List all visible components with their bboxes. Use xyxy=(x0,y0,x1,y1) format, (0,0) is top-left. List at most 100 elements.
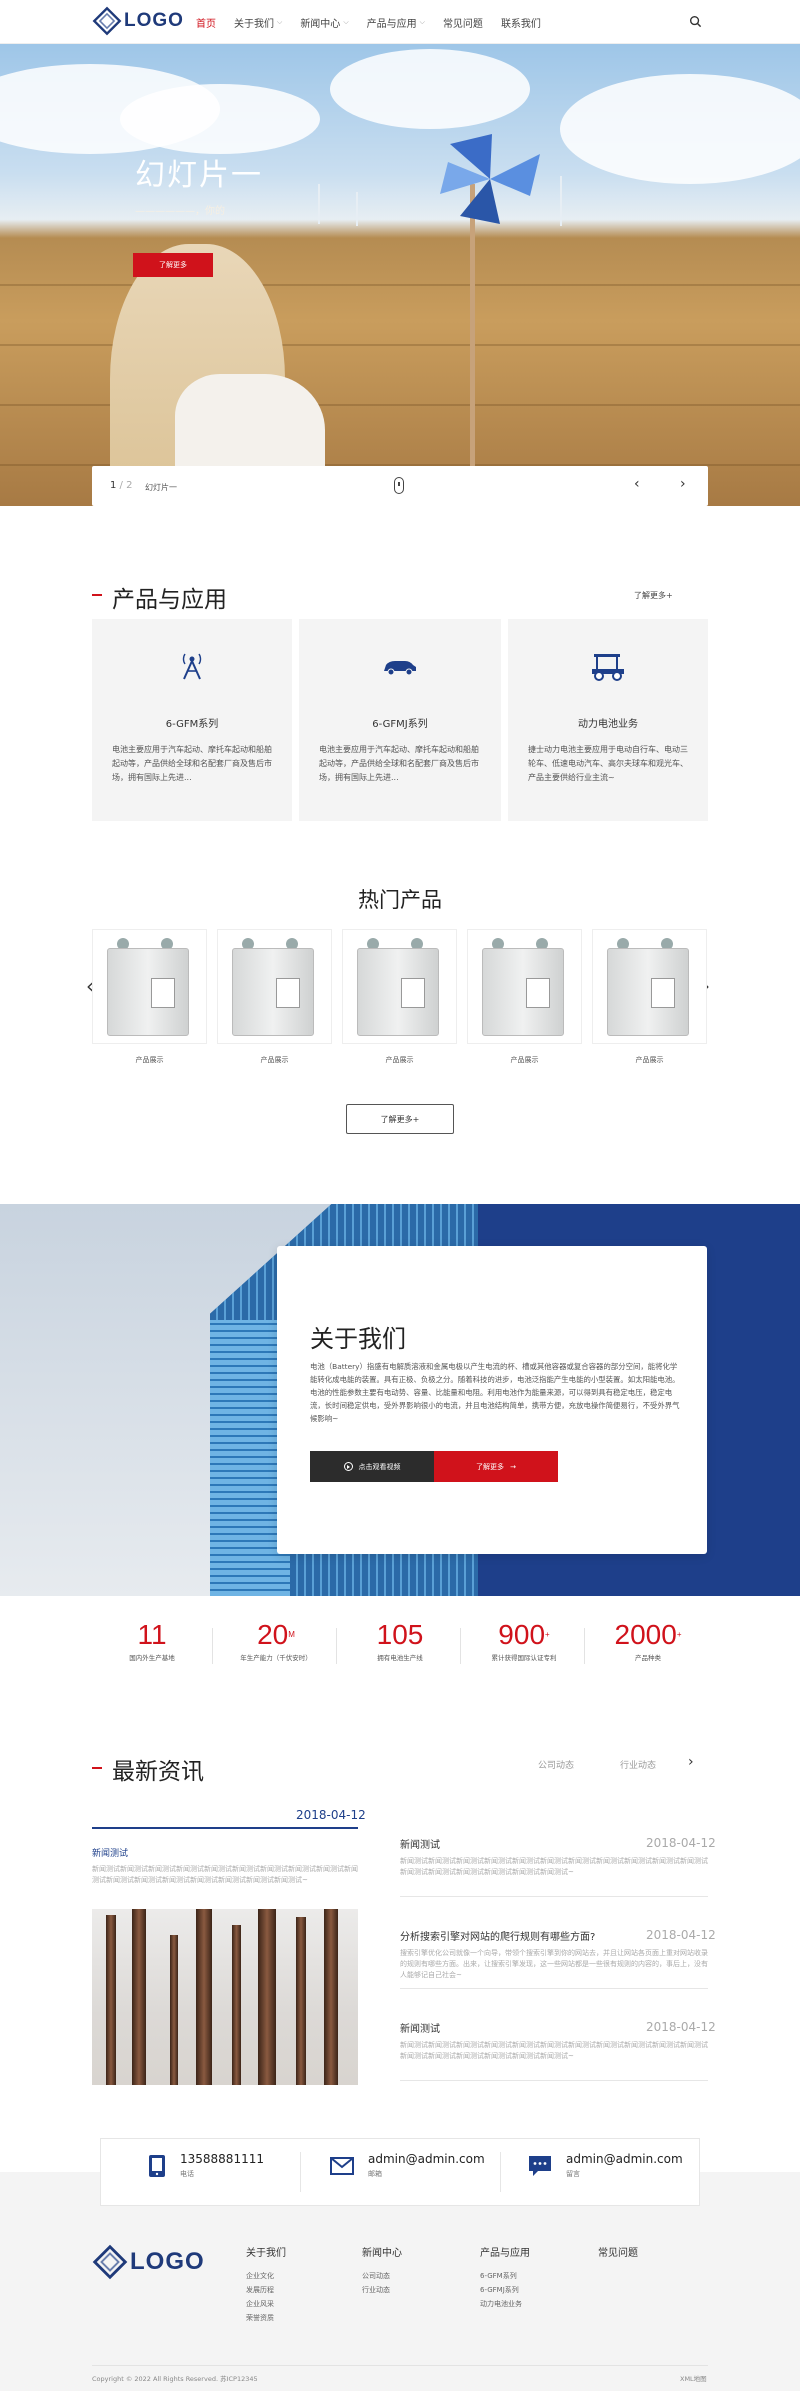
footer-col-news: 新闻中心 公司动态 行业动态 xyxy=(362,2244,402,2297)
nav-item-products[interactable]: 产品与应用 ⌵ xyxy=(367,0,425,44)
news-item-title[interactable]: 新闻测试 xyxy=(400,1836,440,1851)
featured-news-title[interactable]: 新闻测试 xyxy=(92,1846,128,1859)
footer-link[interactable]: 6-GFM系列 xyxy=(480,2269,530,2283)
wind-turbine xyxy=(318,184,320,224)
stat-item: 20M 年生产能力（千伏安时） xyxy=(216,1620,336,1663)
tree-trunk xyxy=(106,1915,116,2085)
search-icon[interactable] xyxy=(689,15,702,28)
footer-link[interactable]: 发展历程 xyxy=(246,2283,286,2297)
battery-label xyxy=(526,978,550,1008)
footer-col-heading[interactable]: 常见问题 xyxy=(598,2244,638,2259)
section-title-products: 产品与应用 xyxy=(112,587,227,613)
product-thumb[interactable] xyxy=(217,929,332,1044)
divider xyxy=(212,1628,213,1664)
footer-link[interactable]: 企业风采 xyxy=(246,2297,286,2311)
chevron-down-icon: ⌵ xyxy=(343,17,349,26)
nav-item-about[interactable]: 关于我们 ⌵ xyxy=(234,0,282,44)
hero-more-button[interactable]: 了解更多 xyxy=(133,253,213,277)
footer-link[interactable]: 动力电池业务 xyxy=(480,2297,530,2311)
watch-video-button[interactable]: 点击观看视频 xyxy=(310,1451,434,1482)
contact-message[interactable]: admin@admin.com 留言 xyxy=(528,2152,683,2179)
news-item-title[interactable]: 分析搜索引擎对网站的爬行规则有哪些方面? xyxy=(400,1928,595,1943)
product-label: 产品展示 xyxy=(385,1056,414,1064)
contact-value: admin@admin.com xyxy=(566,2152,683,2166)
news-item-title[interactable]: 新闻测试 xyxy=(400,2020,440,2035)
about-more-label: 了解更多 xyxy=(476,1462,505,1471)
featured-news-image[interactable] xyxy=(92,1909,358,2085)
contact-caption: 邮箱 xyxy=(368,2170,382,2178)
hero-subtitle: ——————，你的 xyxy=(135,206,225,217)
logo-diamond-icon xyxy=(92,6,122,36)
scroll-mouse-icon[interactable] xyxy=(394,477,404,494)
footer-logo[interactable]: LOGO xyxy=(92,2244,205,2280)
nav-item-news[interactable]: 新闻中心 ⌵ xyxy=(300,0,348,44)
footer-col-about: 关于我们 企业文化 发展历程 企业风采 荣誉资质 xyxy=(246,2244,286,2325)
field-texture xyxy=(0,284,800,286)
product-thumb[interactable] xyxy=(92,929,207,1044)
battery-body xyxy=(107,948,189,1036)
chevron-left-icon[interactable]: ‹ xyxy=(634,476,640,492)
battery-body xyxy=(607,948,689,1036)
play-circle-icon xyxy=(343,1462,353,1471)
footer-link[interactable]: 行业动态 xyxy=(362,2283,402,2297)
product-card[interactable]: 6-GFM系列 电池主要应用于汽车起动、摩托车起动和船舶起动等，产品供给全球和名… xyxy=(92,619,292,821)
products-more-link[interactable]: 了解更多+ xyxy=(634,590,673,601)
footer-link[interactable]: 6-GFMJ系列 xyxy=(480,2283,530,2297)
tree-trunk xyxy=(258,1909,276,2085)
footer-link[interactable]: 企业文化 xyxy=(246,2269,286,2283)
footer-link[interactable]: 公司动态 xyxy=(362,2269,402,2283)
footer-link[interactable]: 荣誉资质 xyxy=(246,2311,286,2325)
section-dash xyxy=(92,594,102,596)
chevron-right-icon[interactable]: › xyxy=(680,476,686,492)
stat-number: 105 xyxy=(376,1619,424,1650)
product-card[interactable]: 动力电池业务 捷士动力电池主要应用于电动自行车、电动三轮车、低速电动汽车、高尔夫… xyxy=(508,619,708,821)
stat-number: 2000 xyxy=(614,1619,677,1650)
nav-item-home[interactable]: 首页 xyxy=(196,0,216,44)
hot-products-more-button[interactable]: 了解更多+ xyxy=(346,1104,454,1134)
watch-video-label: 点击观看视频 xyxy=(358,1462,401,1471)
tree-trunk xyxy=(296,1917,306,2085)
footer-col-heading: 新闻中心 xyxy=(362,2248,402,2259)
nav-item-faq[interactable]: 常见问题 xyxy=(443,0,483,44)
about-title: 关于我们 xyxy=(310,1325,406,1353)
site-logo[interactable]: LOGO xyxy=(92,6,184,36)
divider xyxy=(336,1628,337,1664)
news-tab-company[interactable]: 公司动态 xyxy=(538,1758,574,1771)
hero-slider xyxy=(0,44,800,506)
divider xyxy=(460,1628,461,1664)
card-title: 6-GFM系列 xyxy=(165,719,219,730)
section-title-news: 最新资讯 xyxy=(112,1759,204,1785)
contact-phone[interactable]: 13588881111 电话 xyxy=(148,2152,264,2179)
product-thumb[interactable] xyxy=(342,929,457,1044)
wind-turbine xyxy=(560,176,562,226)
news-item-text: 新闻测试新闻测试新闻测试新闻测试新闻测试新闻测试新闻测试新闻测试新闻测试新闻测试… xyxy=(400,2041,708,2060)
wind-turbine xyxy=(356,192,358,226)
news-tab-industry[interactable]: 行业动态 xyxy=(620,1758,656,1771)
about-more-button[interactable]: 了解更多 → xyxy=(434,1451,558,1482)
stat-item: 2000+ 产品种类 xyxy=(588,1619,708,1663)
tree-trunk xyxy=(232,1925,241,2085)
sitemap-link[interactable]: XML地图 xyxy=(680,2373,707,2383)
contact-email[interactable]: admin@admin.com 邮箱 xyxy=(330,2152,485,2179)
stat-suffix: M xyxy=(288,1630,295,1639)
nav-item-contact[interactable]: 联系我们 xyxy=(501,0,541,44)
battery-image xyxy=(482,938,564,1036)
divider xyxy=(92,2365,708,2366)
product-card[interactable]: 6-GFMJ系列 电池主要应用于汽车起动、摩托车起动和船舶起动等，产品供给全球和… xyxy=(299,619,501,821)
stat-label: 累计获得国际认证专利 xyxy=(491,1654,557,1662)
golf-cart-icon xyxy=(592,654,624,681)
divider xyxy=(400,1988,708,1989)
tree-trunk xyxy=(196,1909,212,2085)
contact-caption: 留言 xyxy=(566,2170,580,2178)
product-thumb[interactable] xyxy=(467,929,582,1044)
divider xyxy=(584,1628,585,1664)
stat-label: 年生产能力（千伏安时） xyxy=(240,1654,312,1662)
pager-separator: / xyxy=(116,480,127,491)
contact-caption: 电话 xyxy=(180,2170,194,2178)
product-thumb[interactable] xyxy=(592,929,707,1044)
news-item-date: 2018-04-12 xyxy=(646,1836,716,1850)
section-title-hot-products: 热门产品 xyxy=(358,888,442,912)
car-icon xyxy=(384,661,416,676)
main-nav: 首页 关于我们 ⌵ 新闻中心 ⌵ 产品与应用 ⌵ 常见问题 联系我们 xyxy=(196,0,541,44)
chevron-right-icon[interactable]: › xyxy=(688,1754,694,1770)
